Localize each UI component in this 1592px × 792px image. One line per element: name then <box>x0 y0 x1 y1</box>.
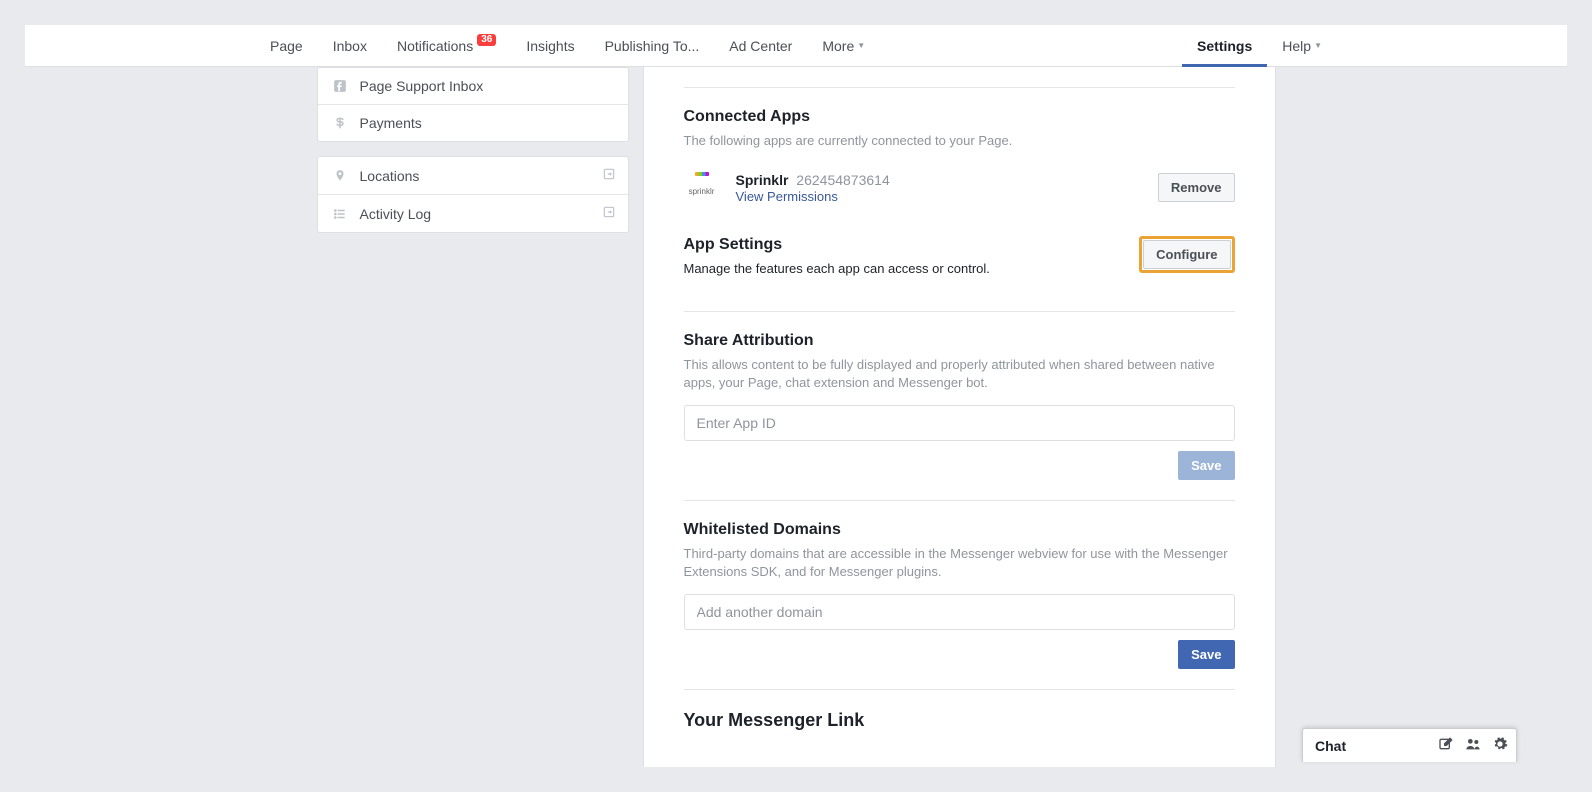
open-external-icon <box>602 167 616 184</box>
configure-button[interactable]: Configure <box>1143 240 1230 269</box>
nav-insights[interactable]: Insights <box>511 25 589 66</box>
nav-ad-center[interactable]: Ad Center <box>714 25 807 66</box>
app-meta: Sprinklr 262454873614 View Permissions <box>736 172 1142 204</box>
main-panel: Connected Apps The following apps are cu… <box>643 67 1276 767</box>
chat-title: Chat <box>1315 738 1438 754</box>
divider <box>684 311 1235 312</box>
section-subtitle: Manage the features each app can access … <box>684 260 990 278</box>
nav-publishing-tools[interactable]: Publishing To... <box>590 25 715 66</box>
list-icon <box>330 207 350 221</box>
section-title: Connected Apps <box>684 108 1235 126</box>
dollar-icon <box>330 116 350 130</box>
nav-help[interactable]: Help ▼ <box>1267 25 1337 66</box>
section-subtitle: Third-party domains that are accessible … <box>684 545 1235 580</box>
nav-label: Insights <box>526 38 574 54</box>
section-subtitle: The following apps are currently connect… <box>684 132 1235 150</box>
nav-label: Help <box>1282 38 1311 54</box>
settings-sidebar: Page Support Inbox Payments <box>317 67 629 767</box>
divider <box>684 500 1235 501</box>
nav-label: More <box>822 38 854 54</box>
sidebar-item-payments[interactable]: Payments <box>318 105 628 141</box>
section-title: Share Attribution <box>684 332 1235 350</box>
nav-notifications[interactable]: Notifications 36 <box>382 25 511 66</box>
app-logo: sprinklr <box>684 170 720 206</box>
top-nav-right: Settings Help ▼ <box>1182 25 1337 66</box>
section-subtitle: This allows content to be fully displaye… <box>684 356 1235 391</box>
top-nav: Page Inbox Notifications 36 Insights Pub… <box>25 25 1567 67</box>
remove-app-button[interactable]: Remove <box>1158 173 1235 202</box>
chevron-down-icon: ▼ <box>1314 41 1322 50</box>
section-title: Whitelisted Domains <box>684 521 1235 539</box>
view-permissions-link[interactable]: View Permissions <box>736 189 838 204</box>
chevron-down-icon: ▼ <box>857 41 865 50</box>
sidebar-group: Locations Activity Log <box>317 156 629 233</box>
sidebar-item-label: Page Support Inbox <box>360 78 484 94</box>
nav-label: Settings <box>1197 38 1252 54</box>
nav-label: Ad Center <box>729 38 792 54</box>
facebook-icon <box>330 79 350 93</box>
app-settings-section: App Settings Manage the features each ap… <box>684 236 1235 292</box>
app-name: Sprinklr <box>736 172 789 188</box>
sidebar-item-activity-log[interactable]: Activity Log <box>318 195 628 232</box>
connected-apps-section: Connected Apps The following apps are cu… <box>684 108 1235 206</box>
content: Page Support Inbox Payments <box>25 67 1567 767</box>
chat-dock[interactable]: Chat <box>1302 728 1517 762</box>
sidebar-item-label: Locations <box>360 168 420 184</box>
app-id: 262454873614 <box>796 172 889 188</box>
nav-label: Notifications <box>397 38 473 54</box>
top-nav-left: Page Inbox Notifications 36 Insights Pub… <box>255 25 880 66</box>
sidebar-item-label: Payments <box>360 115 422 131</box>
divider <box>684 689 1235 690</box>
connected-app-row: sprinklr Sprinklr 262454873614 View Perm… <box>684 170 1235 206</box>
sidebar-item-label: Activity Log <box>360 206 432 222</box>
section-title: App Settings <box>684 236 990 254</box>
people-icon[interactable] <box>1464 736 1482 755</box>
nav-label: Page <box>270 38 303 54</box>
gear-icon[interactable] <box>1492 736 1508 755</box>
save-share-attribution-button[interactable]: Save <box>1178 451 1234 480</box>
messenger-link-title: Your Messenger Link <box>684 710 1235 731</box>
sidebar-group: Page Support Inbox Payments <box>317 67 629 142</box>
nav-label: Publishing To... <box>605 38 700 54</box>
configure-highlight: Configure <box>1139 236 1234 273</box>
chat-icons <box>1438 736 1508 755</box>
nav-inbox[interactable]: Inbox <box>318 25 382 66</box>
divider <box>684 87 1235 88</box>
whitelisted-domain-input[interactable] <box>684 594 1235 630</box>
sidebar-item-page-support-inbox[interactable]: Page Support Inbox <box>318 68 628 105</box>
save-whitelisted-domains-button[interactable]: Save <box>1178 640 1234 669</box>
open-external-icon <box>602 205 616 222</box>
sidebar-item-locations[interactable]: Locations <box>318 157 628 195</box>
app-id-input[interactable] <box>684 405 1235 441</box>
app-logo-text: sprinklr <box>689 187 715 196</box>
compose-icon[interactable] <box>1438 736 1454 755</box>
nav-settings[interactable]: Settings <box>1182 25 1267 66</box>
nav-page[interactable]: Page <box>255 25 318 66</box>
pin-icon <box>330 169 350 183</box>
nav-label: Inbox <box>333 38 367 54</box>
share-attribution-section: Share Attribution This allows content to… <box>684 332 1235 480</box>
notifications-badge: 36 <box>477 34 496 46</box>
nav-more[interactable]: More ▼ <box>807 25 880 66</box>
whitelisted-domains-section: Whitelisted Domains Third-party domains … <box>684 521 1235 669</box>
